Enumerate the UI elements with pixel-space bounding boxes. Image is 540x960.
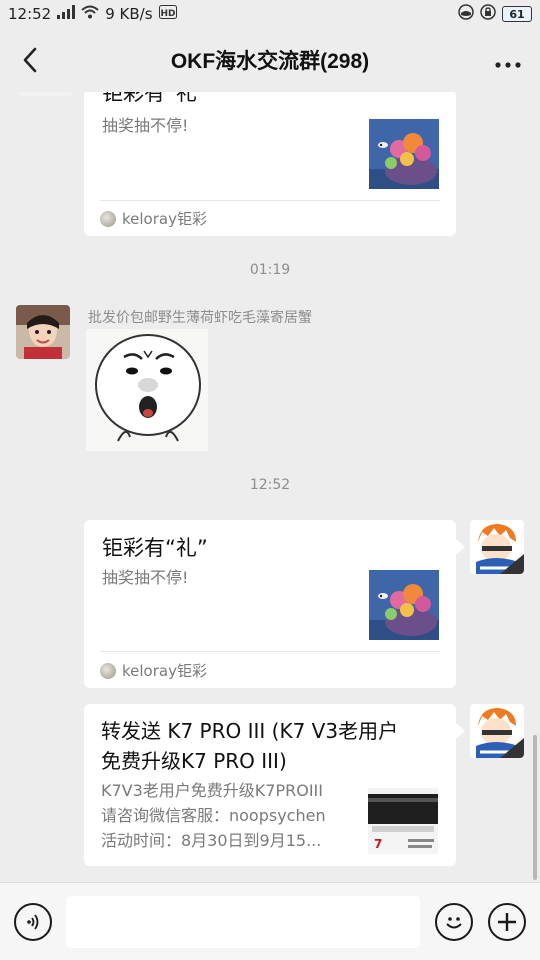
card-source: keloray钜彩 [100,208,207,229]
signal-icon [57,5,76,23]
svg-text:HD: HD [160,9,175,19]
self-avatar[interactable] [470,520,524,574]
source-name: keloray钜彩 [122,662,207,680]
card-title: 转发送 K7 PRO III (K7 V3老用户 [101,719,399,743]
timestamp: 12:52 [249,477,291,493]
more-functions-button[interactable] [488,903,526,941]
back-button[interactable] [12,42,48,78]
card-title: 钜彩有“礼” [102,92,208,105]
card-divider [100,651,440,652]
link-card[interactable]: 钜彩有“礼” 抽奖抽不停! keloray钜彩 [84,520,456,688]
bubble-tail [456,723,465,739]
emoji-button[interactable] [435,903,473,941]
scrollbar[interactable] [533,735,537,880]
lock-icon [480,4,496,24]
card-thumbnail: 7 [368,788,438,854]
theme-icon [458,4,474,24]
card-description: K7V3老用户免费升级K7PROIII [101,781,323,800]
avatar[interactable] [18,92,72,96]
hd-icon: HD [158,5,177,23]
source-app-icon [100,662,116,679]
status-bar: 12:52 9 KB/s HD 61 [0,0,540,28]
more-button[interactable] [490,42,526,78]
source-name: keloray钜彩 [122,210,207,228]
card-thumbnail [369,119,439,189]
voice-icon [27,914,39,930]
card-title: 免费升级K7 PRO III) [101,749,287,773]
sender-name: 批发价包邮野生薄荷虾吃毛藻寄居蟹 [88,310,312,326]
link-card[interactable]: 钜彩有“礼” 抽奖抽不停! keloray钜彩 [84,92,456,236]
chat-area[interactable]: 钜彩有“礼” 抽奖抽不停! keloray钜彩 01:19 批发价包邮野生薄荷虾… [0,92,540,882]
timestamp: 01:19 [249,262,291,278]
self-avatar[interactable] [470,704,524,758]
product-image: 7 [368,788,438,854]
wifi-icon [81,5,99,23]
plus-icon [498,913,516,931]
chat-title: OKF海水交流群(298) [170,50,370,73]
back-arrow-icon [23,47,37,73]
card-description: 请咨询微信客服：noopsychen [101,806,326,825]
card-description: 活动时间：8月30日到9月15... [101,831,322,850]
voice-button[interactable] [14,903,52,941]
network-speed: 9 KB/s [105,5,153,23]
card-title: 钜彩有“礼” [102,536,208,560]
chat-header: OKF海水交流群(298) [0,28,540,92]
smiley-icon [446,917,462,929]
sticker-message[interactable] [86,329,208,451]
sender-avatar[interactable] [16,305,70,359]
card-description: 抽奖抽不停! [102,116,189,135]
card-thumbnail [369,570,439,640]
coral-reef-image [369,119,439,189]
battery-icon: 61 [502,6,532,22]
input-bar [0,882,540,960]
status-right: 61 [458,4,532,24]
link-card[interactable]: 转发送 K7 PRO III (K7 V3老用户 免费升级K7 PRO III)… [84,704,456,866]
card-description: 抽奖抽不停! [102,568,189,587]
more-icon [495,45,521,75]
card-source: keloray钜彩 [100,660,207,681]
meme-face-sticker [86,329,208,451]
thumb-text: 7 [374,837,382,851]
source-app-icon [100,210,116,227]
coral-reef-image [369,570,439,640]
status-left: 12:52 9 KB/s HD [8,5,177,23]
card-divider [100,200,440,201]
status-time: 12:52 [8,5,52,23]
bubble-tail [456,539,465,555]
message-input[interactable] [66,896,420,948]
